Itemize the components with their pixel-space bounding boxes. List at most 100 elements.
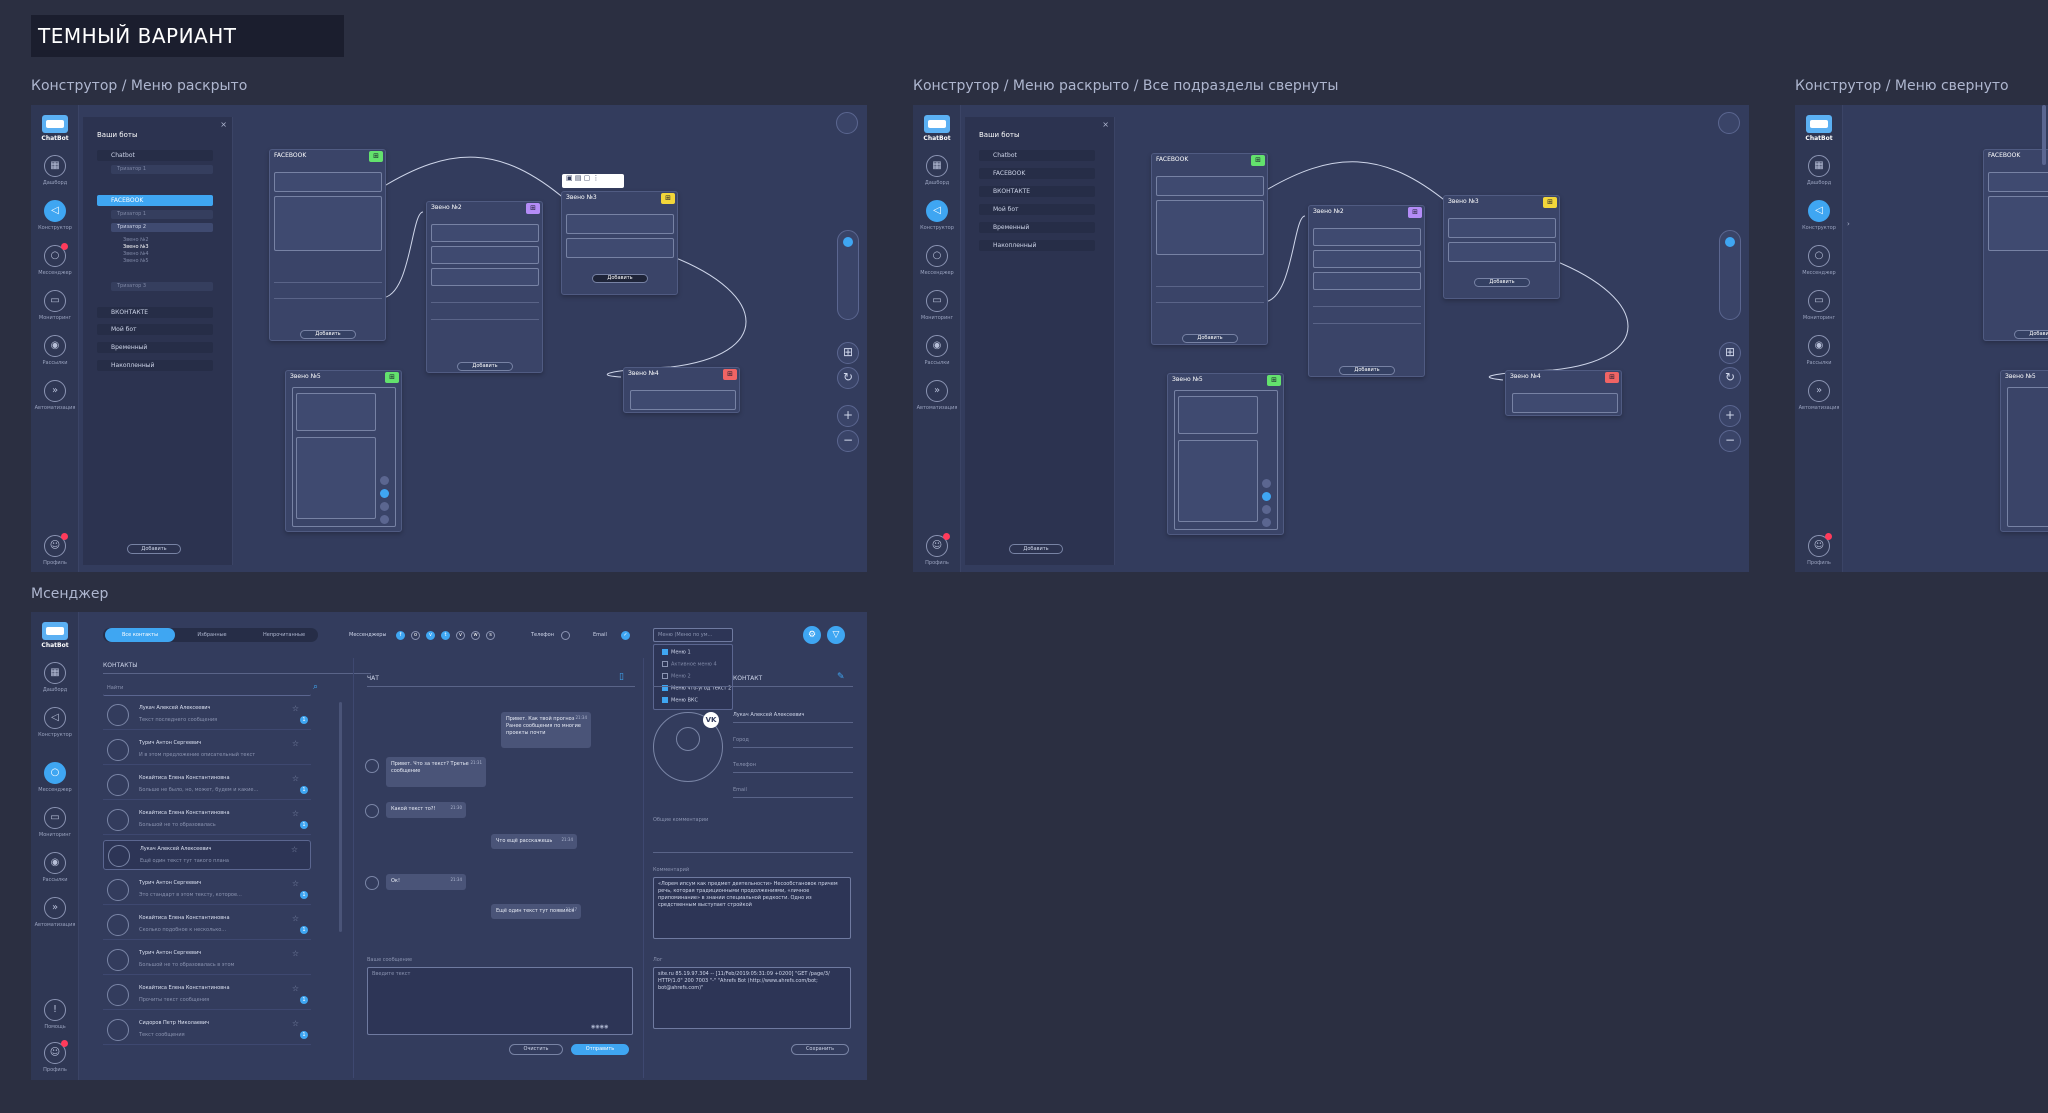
send-button[interactable]: Отправить [571, 1044, 629, 1055]
constructor-icon[interactable]: ◁ [44, 707, 66, 729]
refresh-icon[interactable]: ↻ [1719, 367, 1741, 389]
checkbox-checked-icon[interactable] [662, 649, 668, 655]
node-slot[interactable] [566, 214, 674, 234]
contacts-search-input[interactable]: Найти [103, 682, 311, 696]
email-toggle-icon[interactable]: ✓ [621, 631, 630, 640]
node-add-button[interactable]: Добавить [1339, 366, 1395, 375]
star-icon[interactable]: ☆ [292, 774, 299, 783]
node-slot[interactable] [1988, 196, 2048, 251]
node-slot[interactable] [1448, 242, 1556, 262]
facebook-icon[interactable]: f [396, 631, 405, 640]
broadcast-icon[interactable]: ◉ [1808, 335, 1830, 357]
node-slot[interactable] [1988, 172, 2048, 192]
node-link-2[interactable]: Звено №2 ⊞ Добавить [1308, 205, 1425, 377]
monitor-icon[interactable]: ▭ [44, 807, 66, 829]
star-icon[interactable]: ☆ [292, 984, 299, 993]
node-slot[interactable] [1313, 272, 1421, 290]
node-menu-icon[interactable]: ⊞ [1605, 372, 1619, 383]
node-link-5[interactable]: Звено №5 [2000, 370, 2048, 532]
star-icon[interactable]: ☆ [292, 914, 299, 923]
menu-filter-select[interactable]: Меню (Меню по ум... [653, 628, 733, 642]
zoom-in-icon[interactable]: + [1719, 405, 1741, 427]
node-menu-icon[interactable]: ⊞ [385, 372, 399, 383]
node-facebook[interactable]: FACEBOOK ⊞ Добавить [269, 149, 386, 341]
contact-row[interactable]: Турич Антон Сергеевич Это стандарт в этом… [103, 875, 311, 905]
node-media[interactable] [2007, 387, 2048, 527]
node-link-4[interactable]: Звено №4 ⊞ [623, 367, 740, 413]
clear-button[interactable]: Очистить [509, 1044, 563, 1055]
star-icon[interactable]: ☆ [292, 949, 299, 958]
refresh-icon[interactable]: ↻ [837, 367, 859, 389]
ok-icon[interactable]: o [411, 631, 420, 640]
contact-row[interactable]: Турич Антон Сергеевич И в этом предложени… [103, 735, 311, 765]
chat-layout-icon[interactable]: ▯ [619, 672, 624, 682]
filter-settings-icon[interactable]: ⚙ [803, 626, 821, 644]
settings-icon[interactable] [836, 112, 858, 134]
contact-row[interactable]: Кокайтиса Елена Константиновна Больше не … [103, 770, 311, 800]
automation-icon[interactable]: » [1808, 380, 1830, 402]
zoom-toolbar[interactable] [837, 230, 859, 320]
save-button[interactable]: Сохранить [791, 1044, 849, 1055]
star-icon[interactable]: ☆ [292, 739, 299, 748]
star-icon[interactable]: ☆ [292, 1019, 299, 1028]
node-slot[interactable] [431, 246, 539, 264]
node-menu-icon[interactable]: ⊞ [723, 369, 737, 380]
node-slot[interactable] [274, 172, 382, 192]
dashboard-icon[interactable]: ▦ [44, 662, 66, 684]
node-menu-icon[interactable]: ⊞ [369, 151, 383, 162]
node-slot[interactable] [274, 196, 382, 251]
zoom-in-icon[interactable]: + [837, 405, 859, 427]
node-link-3[interactable]: Звено №3 ⊞ Добавить [1443, 195, 1560, 299]
layout-icon[interactable]: ⊞ [837, 342, 859, 364]
contact-row[interactable]: Кокайтиса Елена Константиновна Большой не… [103, 805, 311, 835]
vk-icon[interactable]: v [426, 631, 435, 640]
node-add-button[interactable]: Добавить [1474, 278, 1530, 287]
skype-icon[interactable]: s [486, 631, 495, 640]
node-facebook[interactable]: FACEBOOK ⊞ Добавить [1151, 153, 1268, 345]
star-icon[interactable]: ☆ [291, 845, 298, 854]
node-slot[interactable] [296, 393, 376, 431]
settings-icon[interactable] [1718, 112, 1740, 134]
broadcast-icon[interactable]: ◉ [44, 852, 66, 874]
profile-icon[interactable]: ☺ [44, 1040, 68, 1064]
node-menu-icon[interactable]: ⊞ [1267, 375, 1281, 386]
node-toolbar[interactable]: ▣ ▤ ▢ ⋮ [562, 174, 624, 188]
contact-tabs[interactable]: Все контакты Избранные Непрочитанные [103, 628, 318, 642]
node-menu-icon[interactable]: ⊞ [1408, 207, 1422, 218]
dashboard-icon[interactable]: ▦ [1808, 155, 1830, 177]
whatsapp-icon[interactable]: w [471, 631, 480, 640]
node-slot[interactable] [431, 268, 539, 286]
checkbox-icon[interactable] [662, 661, 668, 667]
contact-row[interactable]: Турич Антон Сергеевич Большой не то образ… [103, 945, 311, 975]
contact-row[interactable]: Кокайтиса Елена Константиновна Сколько по… [103, 910, 311, 940]
contact-row[interactable]: Лукач Алексей Алексеевич Ещё один текст т… [103, 840, 311, 870]
layout-icon[interactable]: ⊞ [1719, 342, 1741, 364]
node-link-3[interactable]: ▣ ▤ ▢ ⋮ Звено №3 ⊞ Добавить [561, 174, 678, 295]
node-slot[interactable] [1512, 393, 1618, 413]
node-add-button[interactable]: Добавить [2014, 330, 2048, 339]
select-tool-icon[interactable] [843, 237, 853, 247]
node-menu-icon[interactable]: ⊞ [1543, 197, 1557, 208]
select-tool-icon[interactable] [1725, 237, 1735, 247]
constructor-icon[interactable]: ◁ [1808, 200, 1830, 222]
profile-icon[interactable]: ☺ [1808, 533, 1832, 557]
dropdown-option[interactable]: Меню 2 [662, 673, 691, 680]
star-icon[interactable]: ☆ [292, 704, 299, 713]
node-facebook[interactable]: FACEBOOK Добавить [1983, 149, 2048, 341]
log-field[interactable]: site.ru 85.19.97.304 -- [11/Feb/2019:05:… [653, 967, 851, 1029]
tab-all-contacts[interactable]: Все контакты [105, 628, 175, 642]
input-tools-icons[interactable]: ◉◉◉◉ [591, 1024, 608, 1030]
edit-icon[interactable]: ✎ [837, 672, 845, 682]
node-add-button[interactable]: Добавить [1182, 334, 1238, 343]
node-slot[interactable] [566, 238, 674, 258]
checkbox-checked-icon[interactable] [662, 697, 668, 703]
contact-row[interactable]: Сидоров Петр Николаевич Текст сообщения ☆ 1 [103, 1015, 311, 1045]
node-slot[interactable] [1156, 200, 1264, 255]
node-slot[interactable] [1178, 396, 1258, 434]
help-icon[interactable]: ! [44, 999, 66, 1021]
comment-field[interactable]: «Лорем ипсум как предмет деятельности» Н… [653, 877, 851, 939]
expand-menu-chevron-icon[interactable]: › [1847, 220, 1850, 228]
star-icon[interactable]: ☆ [292, 879, 299, 888]
phone-toggle-icon[interactable] [561, 631, 570, 640]
zoom-toolbar[interactable] [1719, 230, 1741, 320]
